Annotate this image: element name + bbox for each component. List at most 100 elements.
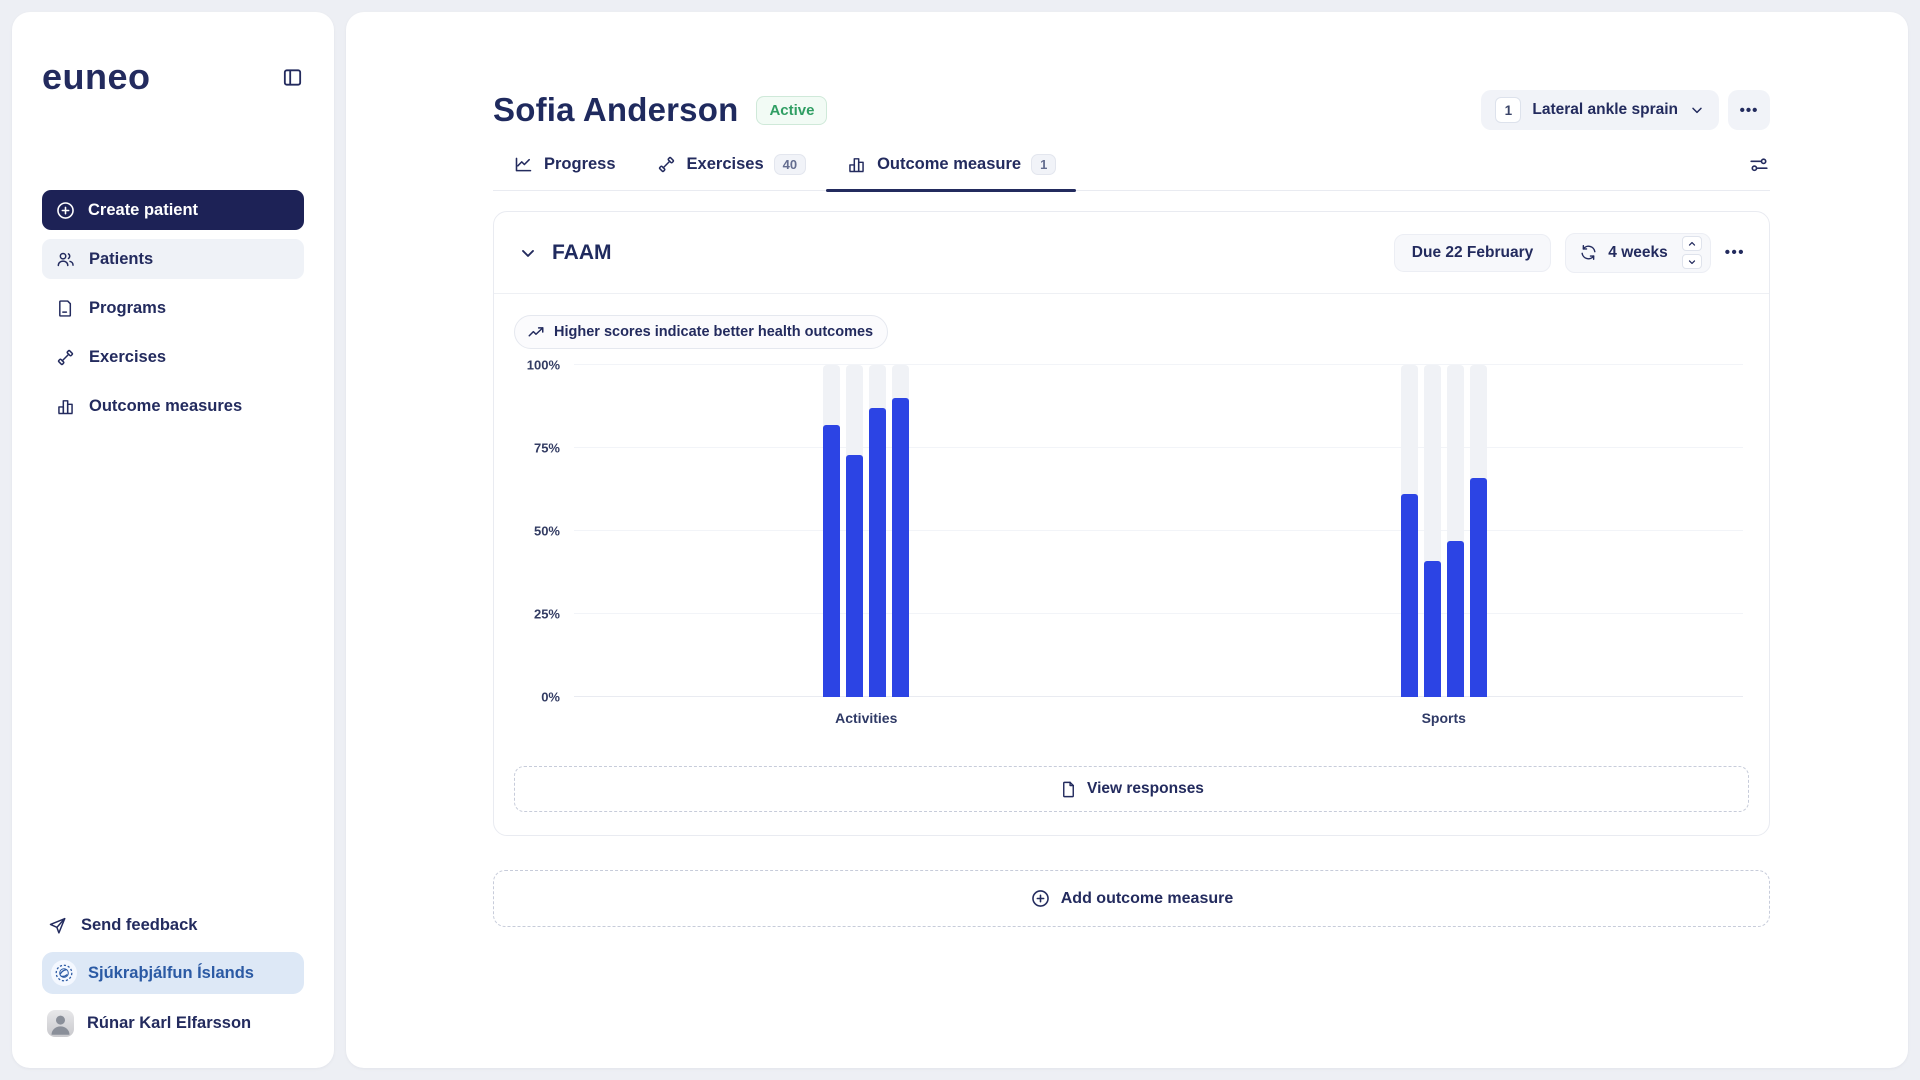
- condition-count-badge: 1: [1495, 97, 1521, 123]
- sidebar-nav: Create patient Patients Programs: [42, 190, 304, 426]
- chart-plot-area: 0%25%50%75%100%: [574, 365, 1743, 697]
- line-chart-icon: [513, 154, 534, 175]
- condition-label: Lateral ankle sprain: [1532, 101, 1678, 119]
- bar-track: [846, 365, 863, 697]
- score-hint-label: Higher scores indicate better health out…: [554, 324, 873, 340]
- send-feedback-button[interactable]: Send feedback: [42, 908, 304, 942]
- plus-circle-icon: [55, 200, 76, 221]
- sidebar-item-label: Programs: [89, 299, 166, 318]
- faam-bar-chart: 0%25%50%75%100% Activities Sports: [514, 365, 1749, 730]
- view-responses-label: View responses: [1087, 780, 1204, 798]
- condition-dropdown[interactable]: 1 Lateral ankle sprain: [1481, 90, 1719, 130]
- sidebar-item-outcome-measures[interactable]: Outcome measures: [42, 386, 304, 426]
- create-patient-button[interactable]: Create patient: [42, 190, 304, 230]
- view-responses-button[interactable]: View responses: [514, 766, 1749, 812]
- document-icon: [55, 298, 76, 319]
- y-axis-tick: 50%: [534, 524, 560, 539]
- stepper-up-button[interactable]: [1682, 236, 1702, 251]
- bar[interactable]: [1447, 541, 1464, 697]
- tab-bar: Progress Exercises 40: [493, 144, 1770, 191]
- add-outcome-measure-button[interactable]: Add outcome measure: [493, 870, 1770, 927]
- page-title: Sofia Anderson: [493, 91, 738, 129]
- user-menu[interactable]: Rúnar Karl Elfarsson: [42, 1004, 304, 1042]
- tab-label: Progress: [544, 155, 616, 174]
- bar[interactable]: [1401, 494, 1418, 697]
- dumbbell-icon: [55, 347, 76, 368]
- outcome-card-more-button[interactable]: •••: [1725, 244, 1745, 261]
- bar-track: [892, 365, 909, 697]
- tab-exercises[interactable]: Exercises 40: [636, 144, 827, 190]
- outcome-measure-card: FAAM Due 22 February 4 weeks: [493, 211, 1770, 836]
- x-axis-label: Sports: [1422, 710, 1466, 726]
- gridline: [574, 364, 1743, 365]
- paper-plane-icon: [47, 915, 68, 936]
- sidebar-collapse-icon[interactable]: [281, 66, 304, 89]
- bar-track: [1424, 365, 1441, 697]
- bar-track: [1447, 365, 1464, 697]
- chevron-down-icon[interactable]: [518, 243, 538, 263]
- bar[interactable]: [846, 455, 863, 697]
- sidebar-item-patients[interactable]: Patients: [42, 239, 304, 279]
- user-avatar: [47, 1010, 74, 1037]
- sidebar-item-label: Outcome measures: [89, 397, 242, 416]
- sidebar-item-label: Patients: [89, 250, 153, 269]
- trending-up-icon: [527, 323, 545, 341]
- bar-track: [1401, 365, 1418, 697]
- ellipsis-icon: •••: [1740, 102, 1759, 119]
- bar-group-activities: [823, 365, 909, 697]
- y-axis-tick: 100%: [527, 358, 560, 373]
- score-hint-badge: Higher scores indicate better health out…: [514, 315, 888, 349]
- interval-control[interactable]: 4 weeks: [1565, 233, 1710, 273]
- y-axis-tick: 0%: [541, 690, 560, 705]
- create-patient-label: Create patient: [88, 201, 198, 220]
- sidebar: euneo Create patient Patients: [12, 12, 334, 1068]
- bar-group-sports: [1401, 365, 1487, 697]
- bar[interactable]: [1470, 478, 1487, 697]
- bar-track: [1470, 365, 1487, 697]
- x-axis-label: Activities: [835, 710, 897, 726]
- outcome-card-header: FAAM Due 22 February 4 weeks: [494, 212, 1769, 294]
- outcome-card-body: Higher scores indicate better health out…: [494, 294, 1769, 835]
- clinic-switcher[interactable]: Sjúkraþjálfun Íslands: [42, 952, 304, 994]
- gridline: [574, 447, 1743, 448]
- document-icon: [1059, 780, 1078, 799]
- tab-label: Exercises: [687, 155, 764, 174]
- due-date-badge: Due 22 February: [1394, 234, 1551, 272]
- interval-label: 4 weeks: [1608, 244, 1667, 262]
- bar[interactable]: [823, 425, 840, 697]
- patient-more-button[interactable]: •••: [1728, 90, 1770, 130]
- dumbbell-icon: [656, 154, 677, 175]
- tab-outcome-measure[interactable]: Outcome measure 1: [826, 144, 1076, 190]
- outcome-card-title: FAAM: [552, 241, 612, 265]
- gridline: [574, 696, 1743, 697]
- tab-count-badge: 40: [774, 154, 806, 175]
- add-outcome-measure-label: Add outcome measure: [1061, 890, 1233, 908]
- bar-chart-icon: [55, 396, 76, 417]
- plus-circle-icon: [1030, 888, 1051, 909]
- sidebar-item-programs[interactable]: Programs: [42, 288, 304, 328]
- chart-x-axis-labels: Activities Sports: [574, 710, 1743, 730]
- sidebar-item-exercises[interactable]: Exercises: [42, 337, 304, 377]
- sidebar-item-label: Exercises: [89, 348, 166, 367]
- user-name: Rúnar Karl Elfarsson: [87, 1014, 251, 1033]
- gridline: [574, 530, 1743, 531]
- gridline: [574, 613, 1743, 614]
- bar-track: [823, 365, 840, 697]
- stepper-down-button[interactable]: [1682, 254, 1702, 269]
- bar-track: [869, 365, 886, 697]
- send-feedback-label: Send feedback: [81, 916, 197, 935]
- filter-sliders-icon[interactable]: [1748, 154, 1770, 190]
- refresh-icon: [1579, 243, 1598, 262]
- tab-progress[interactable]: Progress: [493, 144, 636, 190]
- bar[interactable]: [892, 398, 909, 697]
- status-badge: Active: [756, 96, 827, 125]
- due-date-label: Due 22 February: [1412, 244, 1533, 262]
- interval-stepper: [1682, 236, 1702, 269]
- bar[interactable]: [1424, 561, 1441, 697]
- sidebar-logo-row: euneo: [42, 56, 304, 98]
- patient-header: Sofia Anderson Active 1 Lateral ankle sp…: [493, 12, 1770, 130]
- bar[interactable]: [869, 408, 886, 697]
- app-logo: euneo: [42, 56, 151, 98]
- main-panel: Sofia Anderson Active 1 Lateral ankle sp…: [346, 12, 1908, 1068]
- tab-label: Outcome measure: [877, 155, 1021, 174]
